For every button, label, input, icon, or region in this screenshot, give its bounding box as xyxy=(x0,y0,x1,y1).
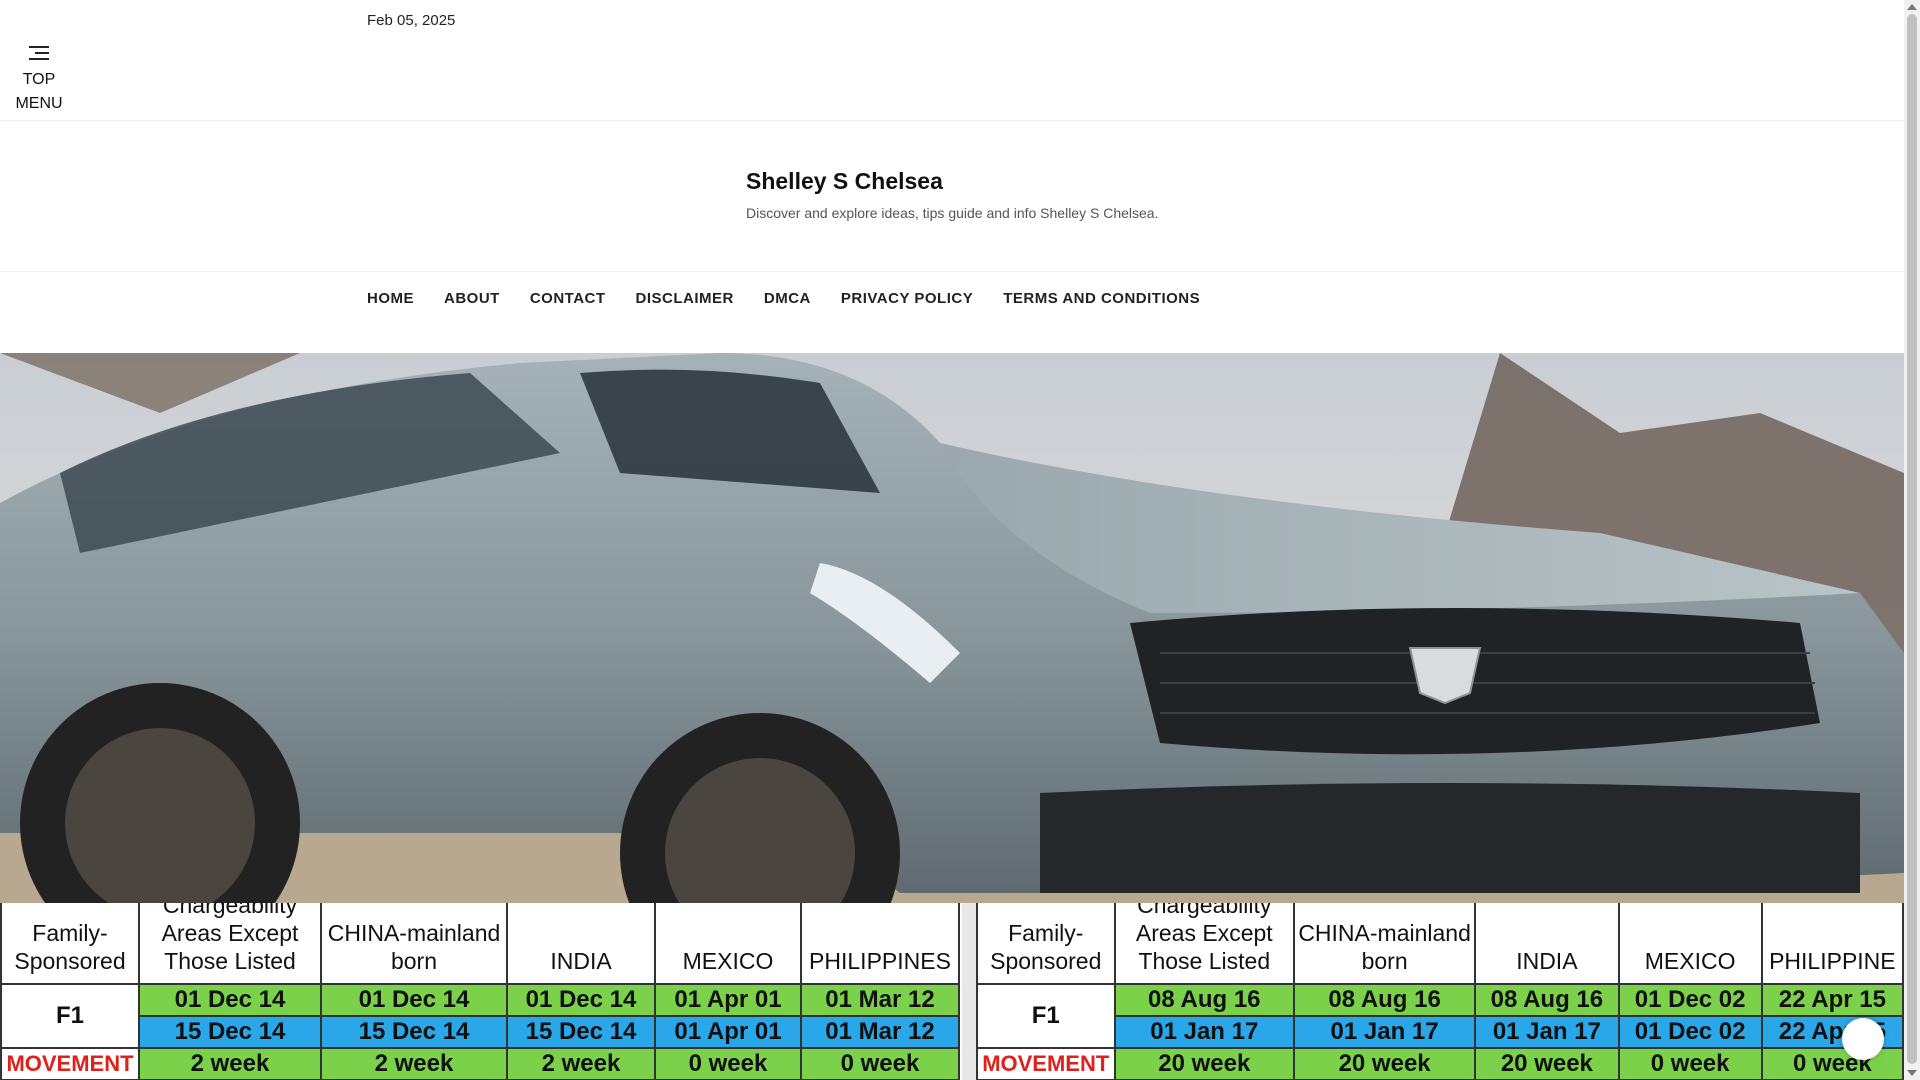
table-cell: 2 week xyxy=(138,1047,322,1080)
table-cell: 20 week xyxy=(1474,1047,1620,1080)
nav-item-about[interactable]: ABOUT xyxy=(444,290,500,307)
movement-label: MOVEMENT xyxy=(0,1047,140,1080)
table-header-cell: CHINA-mainland born xyxy=(1293,903,1477,985)
table-cell: 20 week xyxy=(1113,1047,1296,1080)
top-menu-label-1: TOP xyxy=(22,71,56,88)
site-description: Discover and explore ideas, tips guide a… xyxy=(746,205,1159,221)
nav-item-contact[interactable]: CONTACT xyxy=(530,290,606,307)
table-divider xyxy=(962,903,976,1080)
table-cell: 01 Jan 17 xyxy=(1474,1015,1620,1049)
movement-label: MOVEMENT xyxy=(976,1047,1116,1080)
table-cell: 22 Apr 15 xyxy=(1760,983,1904,1017)
hero-image[interactable] xyxy=(0,353,1904,903)
top-bar: TOP MENU Feb 05, 2025 xyxy=(0,0,1904,121)
table-header-cell: CHINA-mainland born xyxy=(320,903,508,985)
table-cell: 01 Apr 01 xyxy=(654,1015,802,1049)
current-date: Feb 05, 2025 xyxy=(367,12,456,29)
table-cell: 15 Dec 14 xyxy=(138,1015,322,1049)
main-navigation: HOME ABOUT CONTACT DISCLAIMER DMCA PRIVA… xyxy=(0,271,1904,354)
table-header-cell: Chargeability Areas Except Those Listed xyxy=(138,903,322,985)
table-header-cell: Chargeability Areas Except Those Listed xyxy=(1113,903,1296,985)
table-cell: 15 Dec 14 xyxy=(506,1015,656,1049)
table-cell: 01 Dec 14 xyxy=(506,983,656,1017)
visa-table-left: Family- Sponsored Chargeability Areas Exce… xyxy=(0,903,960,1080)
table-cell: 01 Jan 17 xyxy=(1293,1015,1477,1049)
nav-item-privacy-policy[interactable]: PRIVACY POLICY xyxy=(841,290,973,307)
visa-table-right: Family- Sponsored Chargeability Areas Exce… xyxy=(976,903,1904,1080)
nav-item-disclaimer[interactable]: DISCLAIMER xyxy=(636,290,734,307)
back-to-top-button[interactable] xyxy=(1842,1018,1884,1060)
table-cell: 15 Dec 14 xyxy=(320,1015,508,1049)
site-title[interactable]: Shelley S Chelsea xyxy=(746,168,1158,195)
car-photo-icon xyxy=(0,353,1904,903)
table-header-cell: PHILIPPINE xyxy=(1760,903,1904,985)
category-cell: F1 xyxy=(976,983,1116,1049)
table-cell: 20 week xyxy=(1293,1047,1477,1080)
table-cell: 01 Dec 02 xyxy=(1617,983,1763,1017)
scroll-up-icon[interactable] xyxy=(1907,4,1917,10)
nav-item-home[interactable]: HOME xyxy=(367,290,414,307)
table-cell: 08 Aug 16 xyxy=(1474,983,1620,1017)
table-cell: 0 week xyxy=(1617,1047,1763,1080)
visa-bulletin-image: Family- Sponsored Chargeability Areas Exce… xyxy=(0,903,1904,1080)
table-cell: 08 Aug 16 xyxy=(1293,983,1477,1017)
table-header-cell: Family- Sponsored xyxy=(0,903,140,985)
site-branding: Shelley S Chelsea Discover and explore i… xyxy=(746,168,1158,221)
table-cell: 0 week xyxy=(1760,1047,1904,1080)
table-cell: 01 Mar 12 xyxy=(800,983,960,1017)
table-cell: 01 Dec 14 xyxy=(320,983,508,1017)
table-header-cell: MEXICO xyxy=(654,903,802,985)
table-header-cell: MEXICO xyxy=(1617,903,1763,985)
table-cell: 0 week xyxy=(654,1047,802,1080)
table-cell: 2 week xyxy=(506,1047,656,1080)
table-header-cell: INDIA xyxy=(1474,903,1620,985)
scrollbar-thumb[interactable] xyxy=(1907,14,1917,1064)
top-menu-button[interactable]: TOP MENU xyxy=(14,46,64,116)
table-cell: 01 Mar 12 xyxy=(800,1015,960,1049)
table-header-cell: PHILIPPINES xyxy=(800,903,960,985)
table-cell: 01 Dec 14 xyxy=(138,983,322,1017)
table-cell: 2 week xyxy=(320,1047,508,1080)
table-cell: 01 Apr 01 xyxy=(654,983,802,1017)
table-header-cell: Family- Sponsored xyxy=(976,903,1116,985)
top-menu-label-2: MENU xyxy=(15,95,63,112)
page-scrollbar[interactable] xyxy=(1904,0,1920,1080)
hamburger-icon xyxy=(29,46,49,60)
table-cell: 01 Jan 17 xyxy=(1113,1015,1296,1049)
table-cell: 0 week xyxy=(800,1047,960,1080)
scroll-down-icon[interactable] xyxy=(1907,1070,1917,1076)
table-cell: 01 Dec 02 xyxy=(1617,1015,1763,1049)
nav-item-dmca[interactable]: DMCA xyxy=(764,290,811,307)
category-cell: F1 xyxy=(0,983,140,1049)
table-header-cell: INDIA xyxy=(506,903,656,985)
nav-item-terms-and-conditions[interactable]: TERMS AND CONDITIONS xyxy=(1003,290,1200,307)
table-cell: 08 Aug 16 xyxy=(1113,983,1296,1017)
